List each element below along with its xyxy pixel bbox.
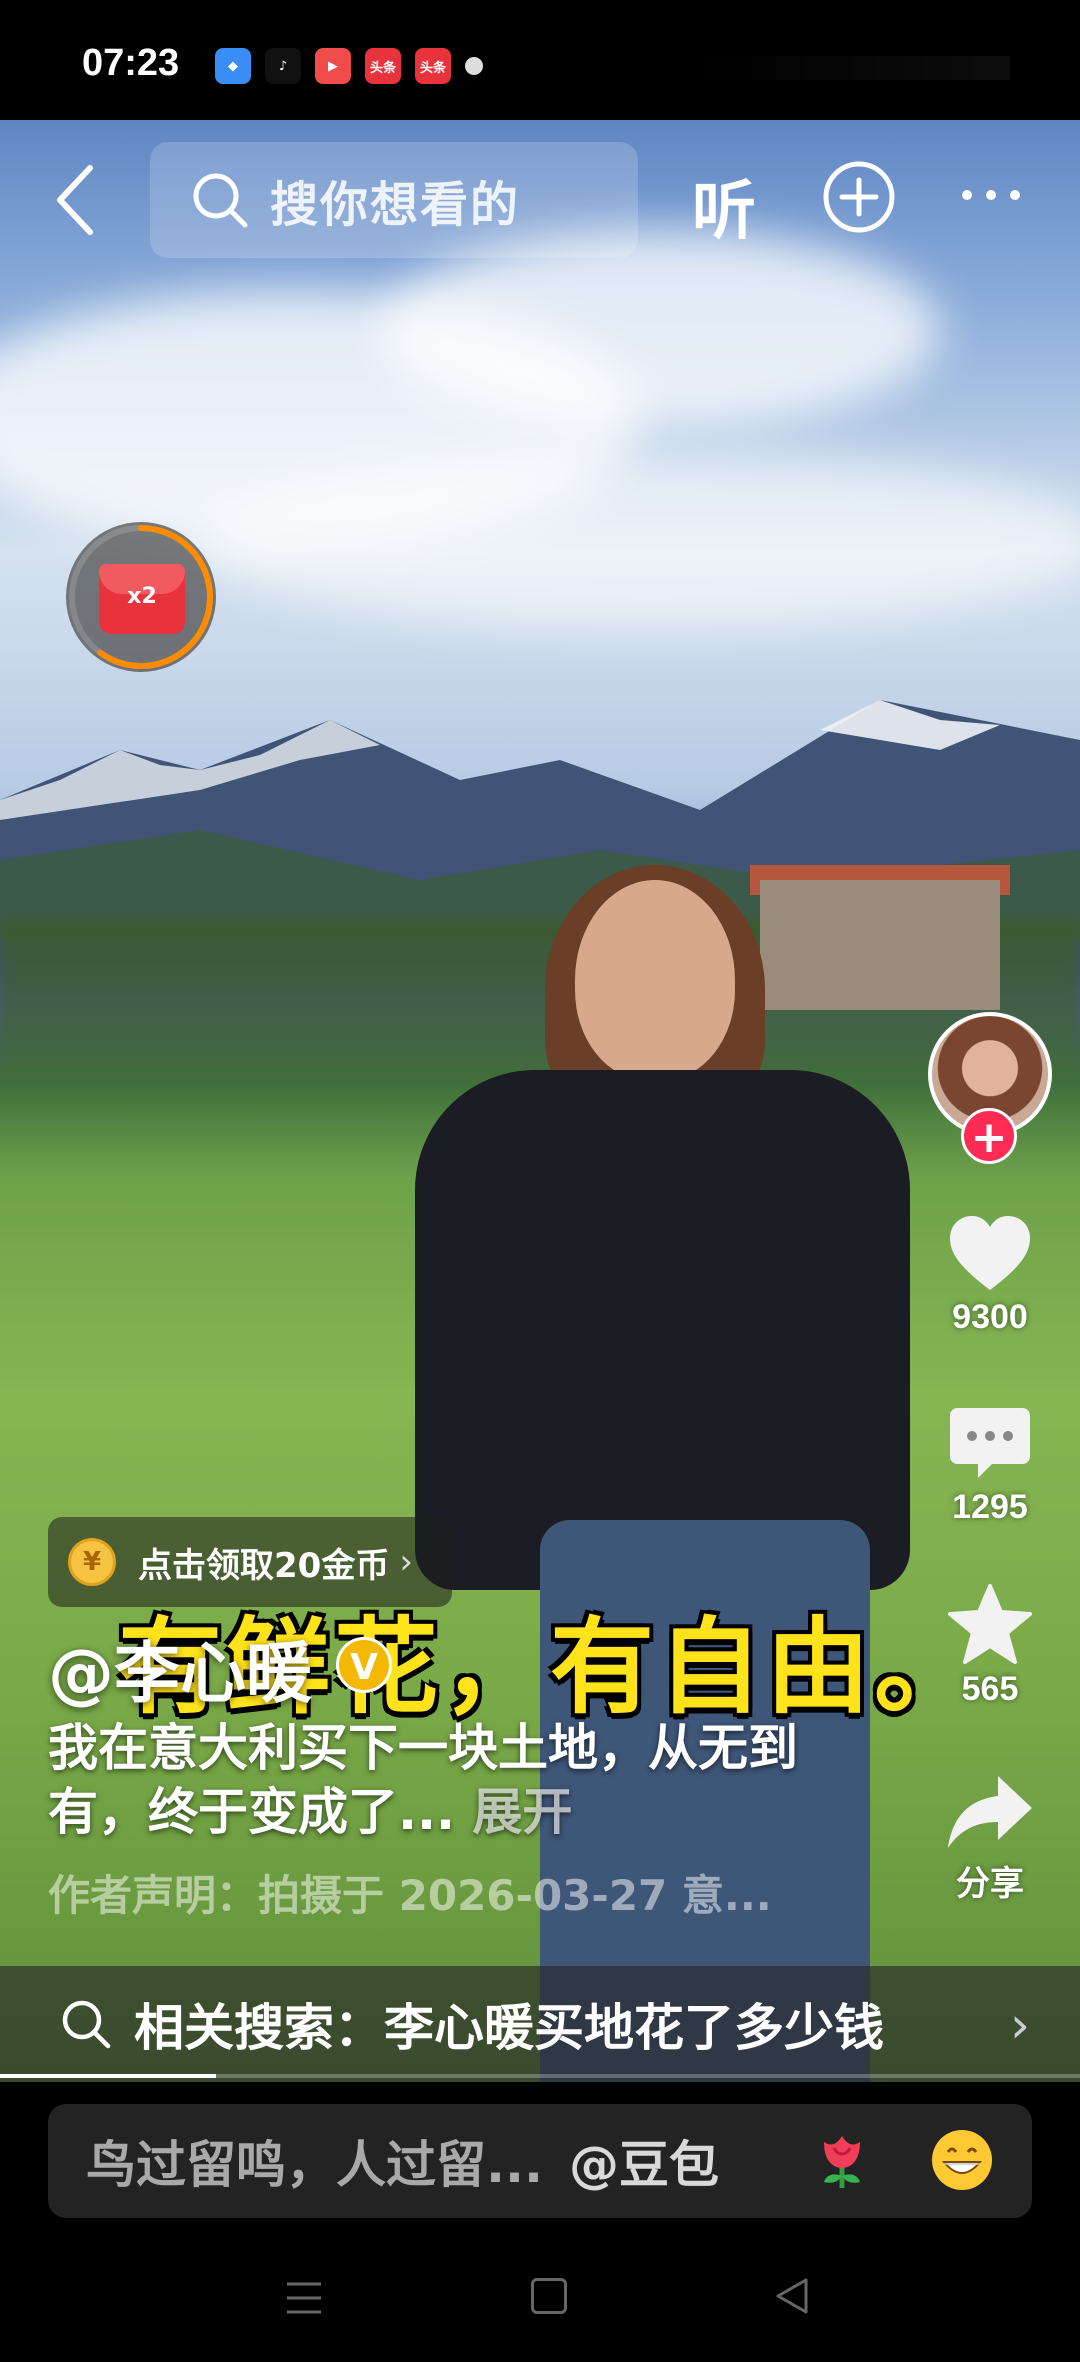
video-description[interactable]: 我在意大利买下一块土地，从无到有，终于变成了... 展开 <box>48 1716 808 1844</box>
creator-username[interactable]: @李心暖 <box>48 1620 312 1716</box>
status-system-icons <box>690 56 1010 80</box>
related-search-bar[interactable]: 相关搜索：李心暖买地花了多少钱 › <box>0 1966 1080 2082</box>
cloud <box>380 230 940 430</box>
stone-house <box>760 880 1000 1010</box>
status-time: 07:23 <box>82 42 180 84</box>
search-icon <box>193 173 248 228</box>
heart-icon <box>950 1216 1030 1290</box>
video-icon: ▶ <box>315 48 351 84</box>
comment-placeholder: 鸟过留鸣，人过留... <box>86 2136 543 2194</box>
video-progress-bar[interactable] <box>0 2074 1080 2078</box>
dot-icon <box>962 190 972 200</box>
status-bar: 07:23 ◆ ♪ ▶ 头条 头条 <box>0 0 1080 120</box>
share-label: 分享 <box>956 1865 1024 1903</box>
dot-icon <box>986 190 996 200</box>
coin-reward-label: 点击领取20金币 <box>138 1545 390 1586</box>
search-icon <box>62 2000 111 2049</box>
back-nav-icon[interactable] <box>772 2276 812 2316</box>
rose-emoji-icon[interactable] <box>812 2128 872 2192</box>
chevron-right-icon: › <box>399 1542 413 1582</box>
red-packet-timer[interactable]: x2 <box>66 522 216 672</box>
grin-emoji-icon[interactable] <box>932 2130 992 2190</box>
multiplier-label: x2 <box>127 584 157 609</box>
video-progress-fill <box>0 2074 216 2078</box>
toutiao-icon: 头条 <box>365 48 401 84</box>
cloud <box>200 450 1080 630</box>
chevron-left-icon <box>57 165 93 235</box>
tiktok-icon: ♪ <box>265 48 301 84</box>
comment-icon <box>950 1408 1030 1478</box>
like-count: 9300 <box>952 1298 1028 1336</box>
search-bar[interactable]: 搜你想看的 <box>150 142 638 258</box>
notification-icons: ◆ ♪ ▶ 头条 头条 <box>215 48 483 84</box>
share-icon <box>948 1776 1032 1848</box>
comment-count: 1295 <box>952 1488 1028 1526</box>
toutiao-icon: 头条 <box>415 48 451 84</box>
dot-icon <box>1010 190 1020 200</box>
comment-button[interactable]: 1295 <box>930 1404 1050 1527</box>
person-jacket <box>415 1070 910 1590</box>
description-text: 我在意大利买下一块土地，从无到有，终于变成了... <box>48 1719 798 1841</box>
chevron-right-icon: › <box>1010 1996 1030 2054</box>
browser-icon: ◆ <box>215 48 251 84</box>
comment-input[interactable]: 鸟过留鸣，人过留... @豆包 <box>48 2104 1032 2218</box>
search-placeholder: 搜你想看的 <box>270 177 521 233</box>
author-declaration: 作者声明：拍摄于 2026-03-27 意... <box>48 1871 772 1920</box>
mention-doubao[interactable]: @豆包 <box>569 2125 719 2197</box>
listen-button[interactable]: 听 <box>692 160 756 252</box>
expand-link[interactable]: 展开 <box>472 1783 572 1841</box>
more-notifications-dot <box>465 57 483 75</box>
back-button[interactable] <box>50 160 100 240</box>
share-button[interactable]: 分享 <box>930 1772 1050 1905</box>
person-face <box>575 880 735 1080</box>
like-button[interactable]: 9300 <box>930 1214 1050 1337</box>
add-icon[interactable] <box>822 160 896 234</box>
coin-icon: ¥ <box>68 1538 116 1586</box>
verified-badge-icon: V <box>336 1637 392 1693</box>
related-search-label: 相关搜索：李心暖买地花了多少钱 <box>134 1999 884 2057</box>
more-options-button[interactable] <box>962 190 1022 204</box>
follow-button[interactable]: + <box>961 1108 1017 1164</box>
recent-apps-icon[interactable] <box>285 2280 323 2316</box>
home-icon[interactable] <box>531 2278 567 2314</box>
